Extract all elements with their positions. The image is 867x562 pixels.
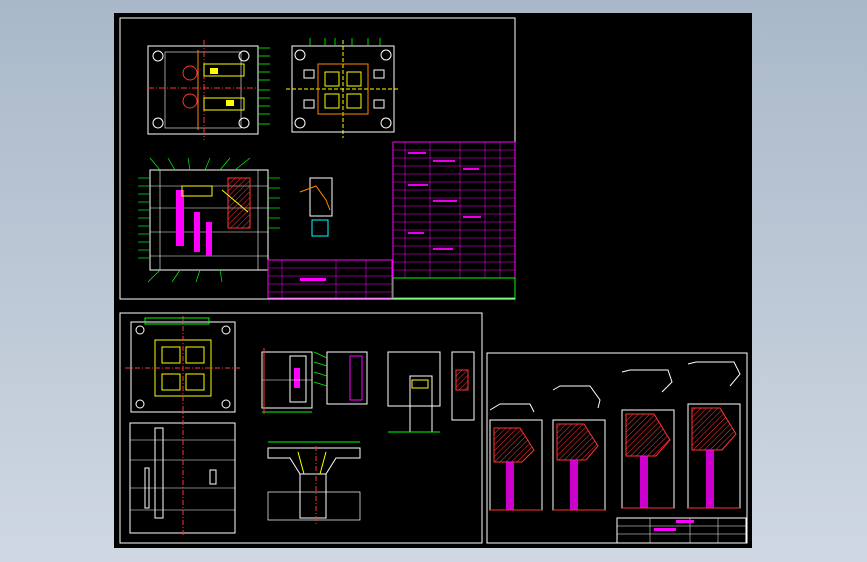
sheet-top-left — [119, 17, 516, 300]
mold-section-view — [138, 157, 280, 283]
sheet-bottom-right — [486, 352, 748, 544]
ejection-stage-3 — [621, 369, 675, 509]
cad-drawing — [119, 17, 748, 544]
ejection-stage-4 — [687, 361, 741, 509]
cad-viewport[interactable] — [114, 13, 752, 548]
bom-table — [267, 141, 516, 299]
core-plate-view — [125, 316, 240, 418]
side-section-view — [129, 420, 236, 536]
lifter-detail — [387, 351, 475, 433]
ejection-stage-2 — [552, 385, 606, 511]
ejection-stage-1 — [489, 403, 543, 511]
mold-plan-view-2 — [286, 38, 400, 138]
title-block — [616, 517, 747, 544]
wedge-block-detail — [313, 351, 368, 405]
slider-detail — [299, 177, 333, 237]
core-insert-detail — [267, 441, 361, 524]
slider-assembly-detail — [261, 348, 313, 414]
mold-plan-view-1 — [147, 40, 270, 140]
sheet-bottom-left — [119, 312, 483, 544]
